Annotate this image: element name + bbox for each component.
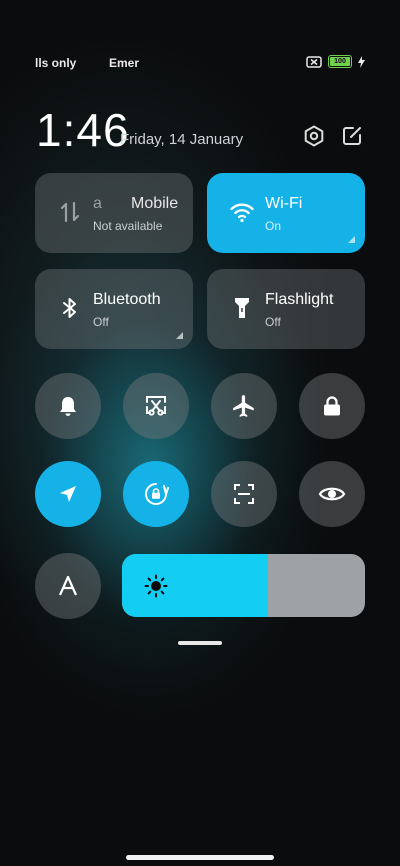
flashlight-title: Flashlight: [265, 291, 334, 308]
lock-screen-toggle[interactable]: [299, 373, 365, 439]
bluetooth-title: Bluetooth: [93, 291, 161, 308]
charging-icon: [358, 55, 365, 68]
lock-icon: [324, 396, 340, 416]
expand-corner-icon: [348, 236, 355, 243]
expand-corner-icon: [176, 332, 183, 339]
carrier-label-2: Emer: [109, 56, 140, 70]
flashlight-status: Off: [265, 315, 281, 329]
screenshot-toggle[interactable]: [123, 373, 189, 439]
scissors-screenshot-icon: [146, 396, 166, 416]
mobile-carrier-prefix: a: [93, 195, 102, 212]
auto-brightness-toggle[interactable]: [35, 553, 101, 619]
carrier-label: lls only: [35, 56, 77, 70]
location-arrow-icon: [60, 486, 76, 502]
brightness-slider[interactable]: [122, 554, 365, 617]
flashlight-tile[interactable]: Flashlight Off: [207, 269, 365, 349]
bluetooth-status: Off: [93, 315, 109, 329]
reading-mode-toggle[interactable]: [299, 461, 365, 527]
settings-icon[interactable]: [302, 124, 326, 148]
scanner-toggle[interactable]: [211, 461, 277, 527]
location-toggle[interactable]: [35, 461, 101, 527]
battery-icon: 100: [328, 55, 352, 68]
airplane-icon: [233, 395, 254, 417]
bell-icon: [60, 397, 76, 416]
date-label: Friday, 14 January: [120, 131, 244, 148]
battery-level: 100: [334, 58, 346, 65]
flashlight-icon: [235, 298, 249, 318]
clock: 1:46: [36, 104, 130, 156]
no-sim-icon: [306, 55, 322, 68]
scan-icon: [234, 484, 254, 504]
mobile-data-title: Mobile: [131, 195, 179, 212]
status-bar: lls only Emer 100: [0, 55, 400, 72]
wifi-status: On: [265, 219, 282, 233]
rotation-lock-toggle[interactable]: [123, 461, 189, 527]
status-icons: 100: [306, 55, 365, 68]
mobile-data-tile[interactable]: a Mobile Not available: [35, 173, 193, 253]
eye-icon: [318, 487, 346, 501]
wifi-title: Wi-Fi: [265, 195, 303, 212]
auto-brightness-a-icon: [58, 575, 78, 596]
panel-drag-handle[interactable]: [178, 641, 222, 645]
edit-icon[interactable]: [340, 124, 364, 148]
bluetooth-icon: [63, 298, 76, 318]
wifi-icon: [230, 203, 254, 223]
mobile-data-status: Not available: [93, 219, 163, 233]
airplane-mode-toggle[interactable]: [211, 373, 277, 439]
home-indicator[interactable]: [126, 855, 274, 860]
rotation-lock-icon: [145, 483, 169, 505]
bluetooth-tile[interactable]: Bluetooth Off: [35, 269, 193, 349]
mobile-data-icon: [60, 201, 80, 223]
silent-mode-toggle[interactable]: [35, 373, 101, 439]
wifi-tile[interactable]: Wi-Fi On: [207, 173, 365, 253]
sun-icon: [144, 574, 168, 598]
